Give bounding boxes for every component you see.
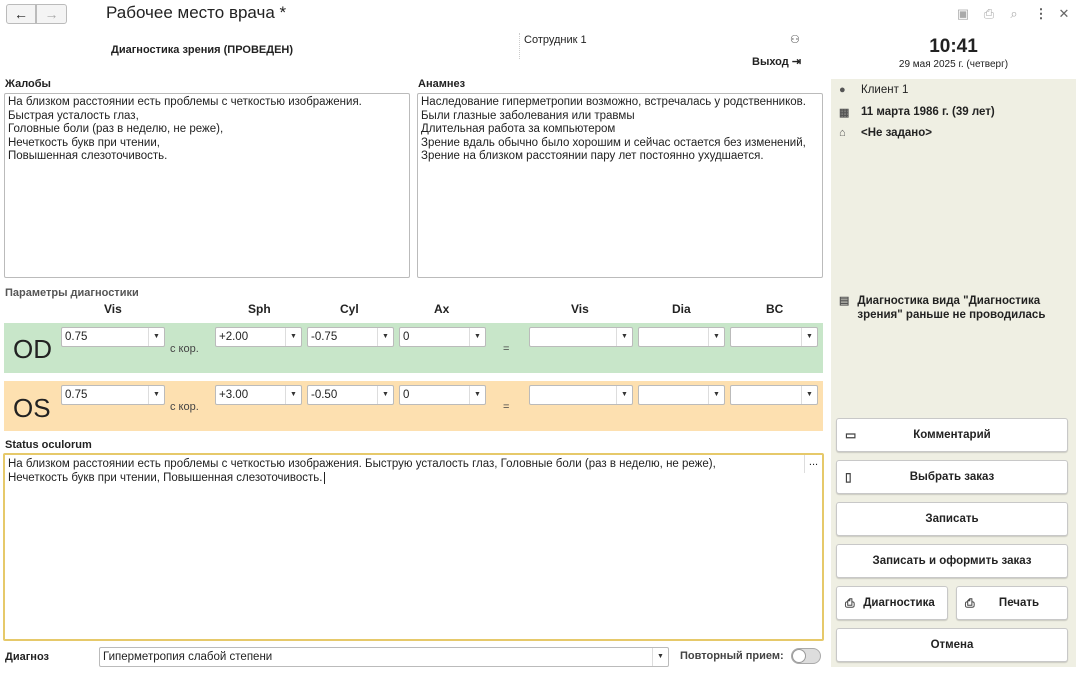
os-ax-select[interactable]: 0 ▼ [399, 385, 486, 405]
od-sph-select[interactable]: +2.00 ▼ [215, 327, 302, 347]
chevron-down-icon: ▼ [708, 328, 724, 346]
clock-date: 29 мая 2025 г. (четверг) [898, 59, 1009, 70]
os-cyl-select[interactable]: -0.50 ▼ [307, 385, 394, 405]
od-vis2-select[interactable]: ▼ [529, 327, 633, 347]
chevron-down-icon: ▼ [616, 386, 632, 404]
calendar-icon: ▦ [839, 107, 850, 119]
diagnosis-select[interactable]: Гиперметропия слабой степени ▼ [99, 647, 669, 667]
chevron-down-icon: ▼ [708, 386, 724, 404]
status-label: Status oculorum [5, 439, 92, 451]
print-button[interactable]: ⎙ Печать [956, 586, 1068, 620]
status-textarea[interactable]: На близком расстоянии есть проблемы с че… [3, 453, 824, 641]
od-dia-select[interactable]: ▼ [638, 327, 725, 347]
od-bc-select[interactable]: ▼ [730, 327, 818, 347]
header-vis: Vis [104, 302, 122, 316]
exit-icon: ⇥ [791, 56, 802, 68]
document-icon: ▤ [839, 295, 850, 307]
client-birth-row: ▦ 11 марта 1986 г. (39 лет) [839, 106, 995, 119]
chevron-down-icon: ▼ [148, 328, 164, 346]
client-panel: ● Клиент 1 ▦ 11 марта 1986 г. (39 лет) ⌂ <Н… [831, 79, 1076, 667]
more-icon[interactable]: ⋮ [1033, 6, 1049, 22]
os-vis2-select[interactable]: ▼ [529, 385, 633, 405]
chevron-down-icon: ▼ [469, 386, 485, 404]
repeat-visit-label: Повторный прием: [680, 650, 784, 662]
chevron-down-icon: ▼ [148, 386, 164, 404]
employee-label: Сотрудник 1 [524, 34, 587, 46]
select-order-button[interactable]: ▯ Выбрать заказ [836, 460, 1068, 494]
cancel-button[interactable]: Отмена [836, 628, 1068, 662]
repeat-visit-toggle[interactable] [791, 648, 821, 664]
chevron-down-icon: ▼ [616, 328, 632, 346]
anamnesis-textarea[interactable]: Наследование гиперметропии возможно, вст… [417, 93, 823, 278]
od-equals: = [503, 343, 510, 355]
preview-icon[interactable]: ⌕ [1006, 6, 1022, 22]
od-correction-label: с кор. [170, 343, 199, 355]
chevron-down-icon: ▼ [377, 328, 393, 346]
order-icon: ▯ [845, 470, 852, 484]
save-and-order-button[interactable]: Записать и оформить заказ [836, 544, 1068, 578]
chevron-down-icon: ▼ [801, 386, 817, 404]
os-label: OS [13, 393, 51, 423]
chevron-down-icon: ▼ [285, 328, 301, 346]
chevron-down-icon: ▼ [801, 328, 817, 346]
os-correction-label: с кор. [170, 401, 199, 413]
exit-link[interactable]: Выход ⇥ [752, 55, 801, 68]
person-icon: ● [839, 84, 846, 96]
os-sph-select[interactable]: +3.00 ▼ [215, 385, 302, 405]
od-vis-select[interactable]: 0.75 ▼ [61, 327, 165, 347]
user-lock-icon[interactable]: ⚇ [790, 33, 800, 46]
status-more-button[interactable]: ... [804, 455, 822, 473]
params-label: Параметры диагностики [5, 287, 139, 299]
comment-icon: ▭ [845, 428, 857, 442]
od-label: OD [13, 334, 52, 364]
save-button[interactable]: Записать [836, 502, 1068, 536]
header-bc: BC [766, 302, 784, 316]
printer-icon: ⎙ [965, 596, 975, 610]
form-subtitle: Диагностика зрения (ПРОВЕДЕН) [111, 44, 294, 56]
chevron-down-icon: ▼ [652, 648, 668, 666]
printer-icon[interactable]: ⎙ [981, 6, 997, 22]
client-name-row: ● Клиент 1 [839, 84, 909, 96]
chevron-down-icon: ▼ [469, 328, 485, 346]
anamnesis-label: Анамнез [418, 78, 466, 90]
header-dia: Dia [672, 302, 691, 316]
os-dia-select[interactable]: ▼ [638, 385, 725, 405]
complaints-label: Жалобы [5, 78, 51, 90]
clock-time: 10:41 [929, 36, 978, 57]
diagnosis-label: Диагноз [5, 651, 49, 663]
diagnostics-note: ▤ Диагностика вида "Диагностика зрения" р… [839, 295, 1046, 321]
od-ax-select[interactable]: 0 ▼ [399, 327, 486, 347]
client-address-row: ⌂ <Не задано> [839, 127, 932, 139]
diagnostics-print-button[interactable]: ⎙ Диагностика [836, 586, 948, 620]
os-equals: = [503, 401, 510, 413]
chevron-down-icon: ▼ [285, 386, 301, 404]
chevron-down-icon: ▼ [377, 386, 393, 404]
close-icon[interactable]: ✕ [1056, 6, 1072, 22]
header-cyl: Cyl [340, 302, 359, 316]
comment-button[interactable]: ▭ Комментарий [836, 418, 1068, 452]
od-cyl-select[interactable]: -0.75 ▼ [307, 327, 394, 347]
save-icon[interactable]: ▣ [955, 6, 971, 22]
home-icon: ⌂ [839, 127, 846, 139]
os-vis-select[interactable]: 0.75 ▼ [61, 385, 165, 405]
header-vis-2: Vis [571, 302, 589, 316]
printer-icon: ⎙ [845, 596, 855, 610]
header-ax: Ax [434, 302, 450, 316]
complaints-textarea[interactable]: На близком расстоянии есть проблемы с че… [4, 93, 410, 278]
header-sph: Sph [248, 302, 271, 316]
window-title: Рабочее место врача * [106, 3, 287, 22]
back-button[interactable]: ← [6, 4, 36, 24]
os-bc-select[interactable]: ▼ [730, 385, 818, 405]
divider [519, 33, 520, 59]
forward-button[interactable]: → [36, 4, 67, 24]
